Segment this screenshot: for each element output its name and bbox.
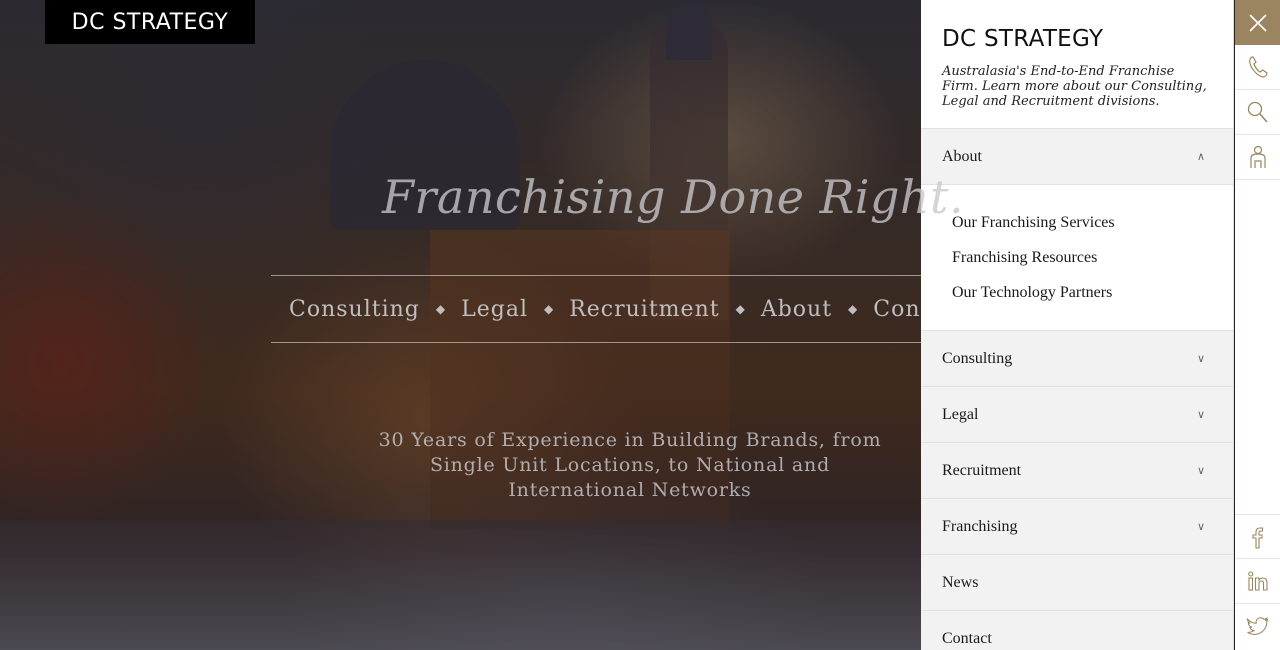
diamond-separator-icon: ◆ [543, 302, 554, 316]
close-button[interactable] [1235, 0, 1280, 45]
close-icon [1248, 13, 1267, 32]
chevron-up-icon[interactable]: ∧ [1197, 150, 1205, 163]
hero-nav-about[interactable]: About [761, 297, 832, 322]
diamond-separator-icon: ◆ [435, 302, 446, 316]
search-icon [1247, 101, 1268, 123]
phone-icon [1248, 56, 1268, 78]
menu-item-label: Recruitment [942, 461, 1022, 479]
search-button[interactable] [1235, 90, 1280, 135]
user-button[interactable] [1235, 135, 1280, 180]
hero-title: Franchising Done Right. [382, 170, 965, 224]
menu-item-recruitment[interactable]: Recruitment ∨ [921, 443, 1233, 499]
menu-item-franchising[interactable]: Franchising ∨ [921, 499, 1233, 555]
twitter-icon [1246, 616, 1269, 635]
user-icon [1249, 145, 1266, 168]
right-icon-bar [1235, 0, 1280, 650]
linkedin-icon [1247, 571, 1268, 591]
hero-nav: Consulting ◆ Legal ◆ Recruitment ◆ About… [271, 275, 921, 343]
menu-item-label: Franchising [942, 517, 1018, 535]
submenu-item-franchising-services[interactable]: Our Franchising Services [952, 213, 1233, 248]
hero-nav-recruitment[interactable]: Recruitment [569, 297, 719, 322]
site-logo-text: DC STRATEGY [71, 9, 229, 35]
menu-item-consulting[interactable]: Consulting ∨ [921, 331, 1233, 387]
menu-item-legal[interactable]: Legal ∨ [921, 387, 1233, 443]
panel-header: DC STRATEGY Australasia's End-to-End Fra… [921, 0, 1233, 129]
site-logo[interactable]: DC STRATEGY [45, 0, 255, 44]
hero-subtitle: 30 Years of Experience in Building Brand… [378, 429, 882, 501]
facebook-icon [1251, 526, 1263, 549]
panel-logo[interactable]: DC STRATEGY [942, 26, 1213, 52]
panel-tagline: Australasia's End-to-End Franchise Firm.… [942, 64, 1207, 109]
hero-nav-contact[interactable]: Con [873, 297, 920, 322]
side-menu-panel: DC STRATEGY Australasia's End-to-End Fra… [921, 0, 1234, 650]
menu-item-label: News [942, 573, 979, 591]
menu-item-contact[interactable]: Contact [921, 611, 1233, 650]
chevron-down-icon[interactable]: ∨ [1197, 520, 1205, 533]
phone-button[interactable] [1235, 45, 1280, 90]
facebook-button[interactable] [1235, 514, 1280, 559]
menu-item-label: Contact [942, 629, 992, 647]
diamond-separator-icon: ◆ [735, 302, 745, 316]
chevron-down-icon[interactable]: ∨ [1197, 408, 1205, 421]
submenu-item-technology-partners[interactable]: Our Technology Partners [952, 283, 1233, 318]
menu-item-label: About [942, 147, 982, 165]
hero-nav-legal[interactable]: Legal [461, 297, 528, 322]
chevron-down-icon[interactable]: ∨ [1197, 464, 1205, 477]
menu-item-label: Consulting [942, 349, 1013, 367]
diamond-separator-icon: ◆ [848, 302, 858, 316]
linkedin-button[interactable] [1235, 559, 1280, 604]
menu-item-label: Legal [942, 405, 979, 423]
chevron-down-icon[interactable]: ∨ [1197, 352, 1205, 365]
hero-nav-consulting[interactable]: Consulting [289, 297, 420, 322]
submenu-item-franchising-resources[interactable]: Franchising Resources [952, 248, 1233, 283]
twitter-button[interactable] [1235, 604, 1280, 649]
menu-item-news[interactable]: News [921, 555, 1233, 611]
